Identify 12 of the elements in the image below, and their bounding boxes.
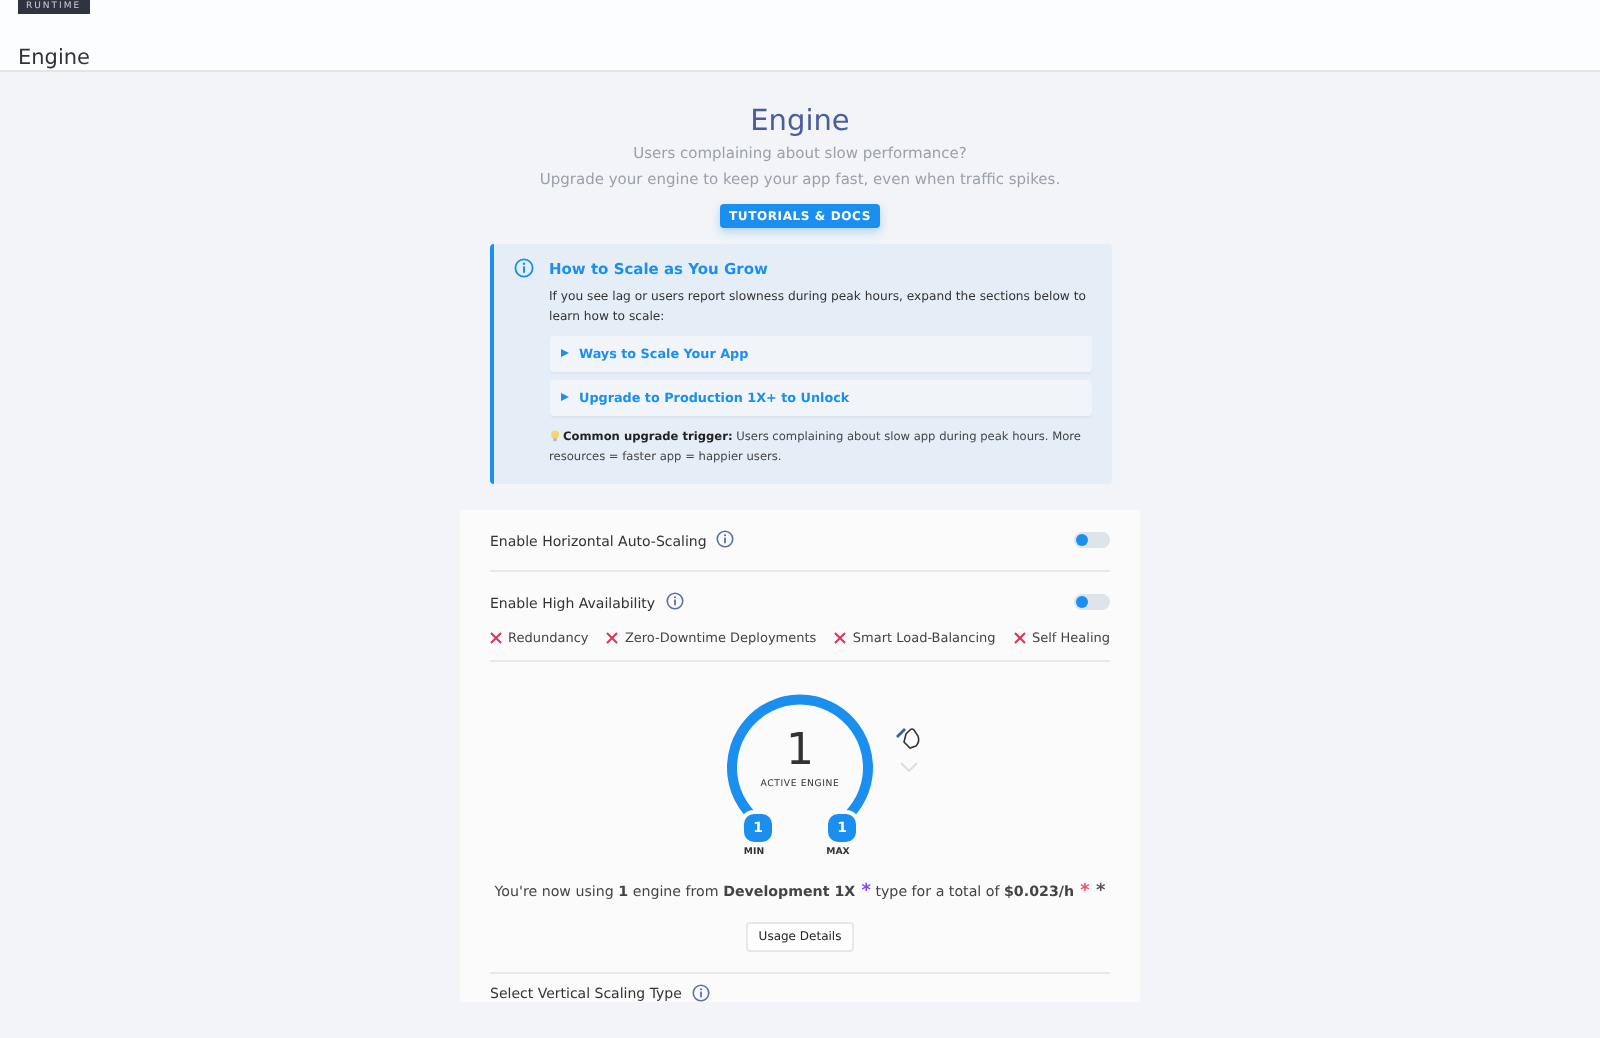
info-icon	[716, 530, 735, 548]
triangle-icon	[559, 392, 569, 402]
triangle-icon	[559, 348, 569, 358]
page-title: Engine	[18, 46, 92, 70]
toggle-switch[interactable]	[1074, 532, 1110, 548]
lightbulb-icon	[549, 430, 559, 442]
engine-count: 1	[784, 726, 816, 776]
section-title: Engine	[750, 106, 850, 138]
toggle-switch[interactable]	[1074, 594, 1110, 610]
info-icon	[665, 592, 684, 610]
info-icon	[691, 984, 710, 1002]
info-icon	[513, 258, 533, 278]
